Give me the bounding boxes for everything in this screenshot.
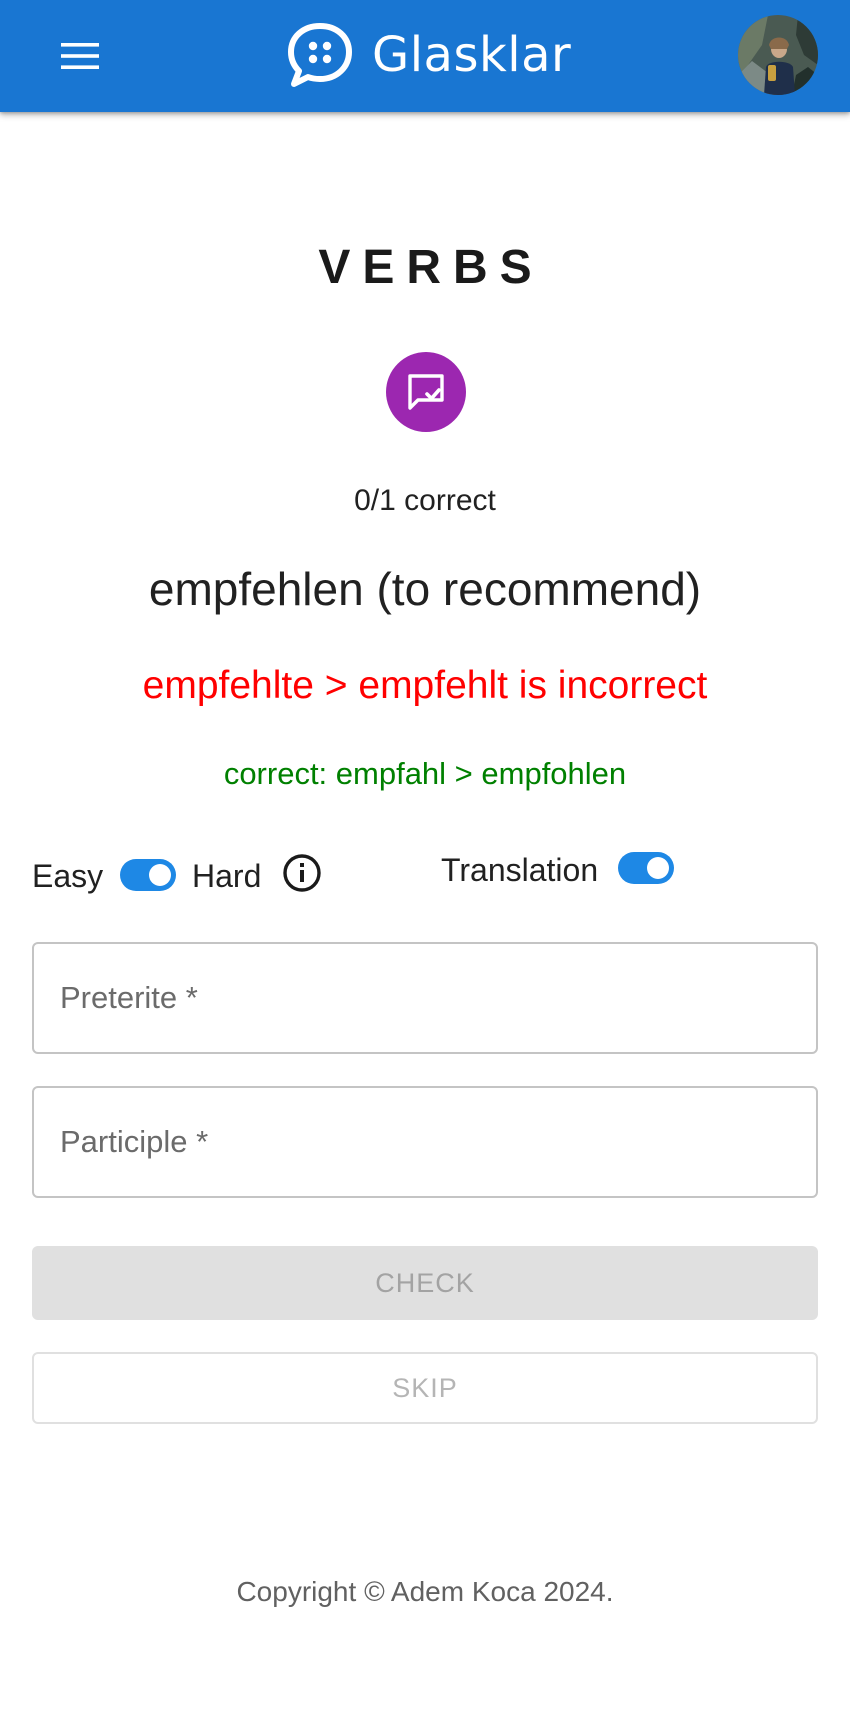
settings-row: Easy Hard Translation [0,852,850,912]
verb-prompt: empfehlen (to recommend) [148,563,702,615]
hard-label: Hard [192,858,262,894]
correct-answer-message: correct: empfahl > empfohlen [223,756,627,791]
app-bar: Glasklar [0,0,850,112]
menu-icon [61,43,99,69]
feedback-badge [386,352,466,432]
brand-logo[interactable]: Glasklar [286,20,571,90]
avatar[interactable] [738,15,818,95]
difficulty-toggle[interactable] [120,859,176,891]
score-counter: 0/1 correct [354,484,496,517]
info-icon [283,854,321,892]
difficulty-toggle-knob [149,864,171,886]
preterite-input[interactable] [34,944,816,1052]
chat-bubble-logo-icon [288,23,352,87]
avatar-photo [738,15,818,95]
translation-toggle[interactable] [618,852,674,884]
translation-label: Translation [441,852,599,888]
footer-copyright: Copyright © Adem Koca 2024. [236,1576,614,1607]
page-title: VERBS [318,241,544,294]
rate-review-check-icon [408,374,444,410]
skip-button[interactable]: SKIP [32,1352,818,1424]
participle-input[interactable] [34,1088,816,1196]
info-button[interactable] [281,852,323,894]
translation-toggle-knob [647,857,669,879]
preterite-field [32,942,818,1054]
easy-label: Easy [32,858,104,894]
incorrect-message: empfehlte > empfehlt is incorrect [142,664,708,707]
menu-button[interactable] [50,32,110,80]
brand-name: Glasklar [372,27,572,83]
participle-field [32,1086,818,1198]
check-button[interactable]: CHECK [32,1246,818,1320]
